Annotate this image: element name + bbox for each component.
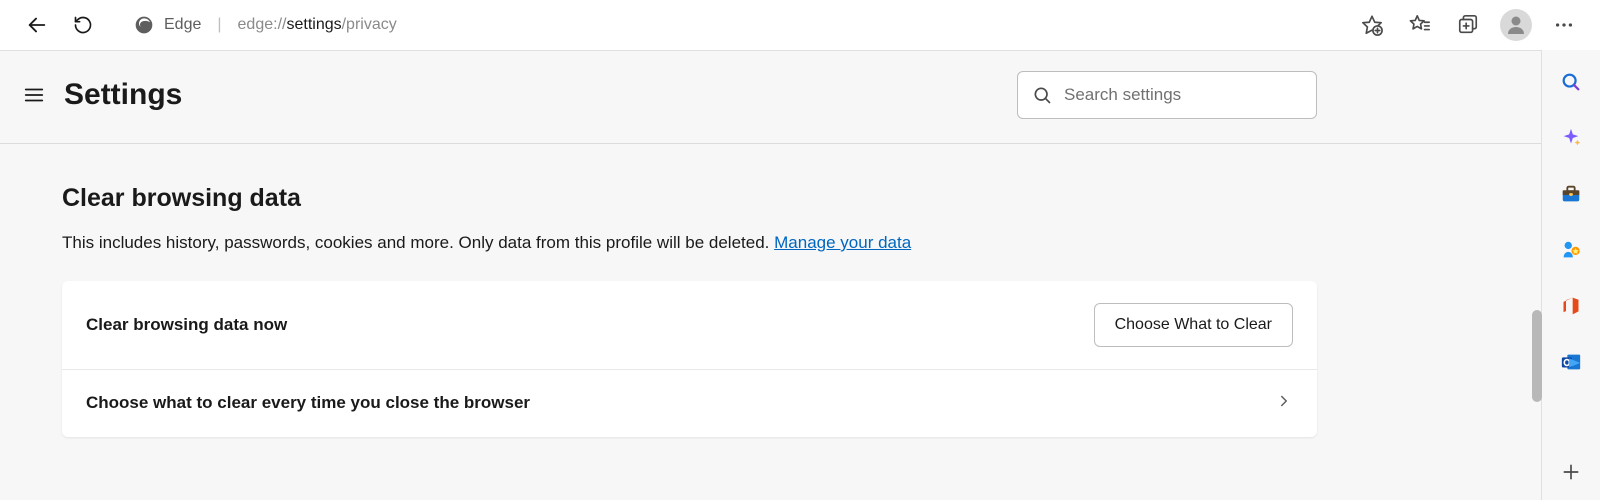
star-plus-icon: [1361, 14, 1383, 36]
star-list-icon: [1409, 14, 1431, 36]
refresh-button[interactable]: [64, 6, 102, 44]
clear-now-label: Clear browsing data now: [86, 315, 287, 335]
search-icon: [1032, 85, 1052, 105]
games-icon: [1560, 239, 1582, 261]
office-icon: [1561, 295, 1581, 317]
back-button[interactable]: [18, 6, 56, 44]
address-app-name: Edge: [164, 16, 201, 34]
clear-on-close-row[interactable]: Choose what to clear every time you clos…: [62, 370, 1317, 437]
scrollbar-thumb[interactable]: [1532, 310, 1542, 402]
edge-logo-icon: [134, 15, 154, 35]
choose-what-to-clear-button[interactable]: Choose What to Clear: [1094, 303, 1293, 347]
search-settings-box[interactable]: [1017, 71, 1317, 119]
avatar-icon: [1500, 9, 1532, 41]
favorites-button[interactable]: [1402, 7, 1438, 43]
arrow-left-icon: [26, 14, 48, 36]
sidebar-search-button[interactable]: [1557, 68, 1585, 96]
address-divider: |: [217, 16, 221, 34]
collections-button[interactable]: [1450, 7, 1486, 43]
outlook-icon: [1560, 351, 1582, 373]
collections-icon: [1457, 14, 1479, 36]
page-title: Settings: [64, 78, 182, 112]
sidebar-copilot-button[interactable]: [1557, 124, 1585, 152]
sparkle-icon: [1560, 127, 1582, 149]
sidebar-outlook-button[interactable]: [1557, 348, 1585, 376]
settings-content: Settings Clear browsing data This includ…: [0, 50, 1542, 500]
hamburger-icon: [23, 84, 45, 106]
clear-now-row: Clear browsing data now Choose What to C…: [62, 281, 1317, 370]
search-input[interactable]: [1064, 85, 1302, 105]
add-favorite-button[interactable]: [1354, 7, 1390, 43]
section-title: Clear browsing data: [62, 184, 1317, 213]
address-bar[interactable]: Edge | edge://settings/privacy: [118, 6, 1330, 44]
sidebar-games-button[interactable]: [1557, 236, 1585, 264]
clear-browsing-data-section: Clear browsing data This includes histor…: [0, 144, 1541, 437]
plus-icon: [1561, 462, 1581, 482]
profile-button[interactable]: [1498, 7, 1534, 43]
sidebar-shopping-button[interactable]: [1557, 180, 1585, 208]
more-horizontal-icon: [1553, 14, 1575, 36]
section-description: This includes history, passwords, cookie…: [62, 231, 1317, 255]
menu-button[interactable]: [20, 81, 48, 109]
sidebar-add-button[interactable]: [1557, 458, 1585, 486]
clear-on-close-label: Choose what to clear every time you clos…: [86, 393, 530, 413]
scrollbar[interactable]: [1532, 52, 1542, 500]
clear-data-card: Clear browsing data now Choose What to C…: [62, 281, 1317, 437]
settings-header: Settings: [0, 51, 1541, 144]
toolbar-right: [1354, 7, 1582, 43]
chevron-right-icon: [1275, 392, 1293, 415]
address-url: edge://settings/privacy: [238, 16, 397, 34]
briefcase-icon: [1560, 183, 1582, 205]
edge-sidebar: [1542, 50, 1600, 500]
browser-toolbar: Edge | edge://settings/privacy: [0, 0, 1600, 50]
more-button[interactable]: [1546, 7, 1582, 43]
refresh-icon: [73, 15, 93, 35]
search-icon: [1560, 71, 1582, 93]
manage-data-link[interactable]: Manage your data: [774, 233, 911, 252]
sidebar-office-button[interactable]: [1557, 292, 1585, 320]
